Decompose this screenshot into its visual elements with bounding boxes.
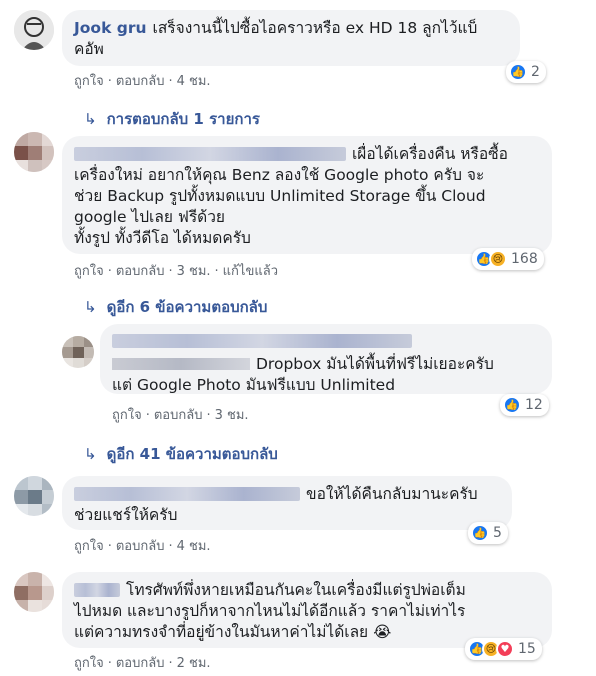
blurred-author-name[interactable] — [74, 583, 120, 597]
blurred-avatar-image — [14, 572, 54, 612]
blurred-avatar-image — [14, 132, 54, 172]
reaction-summary[interactable]: 👍 😢 ♥ 15 — [465, 638, 542, 660]
separator-dot: · — [107, 656, 112, 671]
reaction-summary[interactable]: 👍 12 — [500, 394, 549, 416]
separator-dot: · — [168, 264, 173, 279]
view-replies-link[interactable]: ↳ ดูอีก 41 ข้อความตอบกลับ — [84, 442, 278, 466]
comment-bubble: Jook gru เสร็จงานนี้ไปซื้อไอคราวหรือ ex H… — [62, 10, 520, 66]
like-reaction-icon: 👍 — [471, 524, 489, 542]
timestamp[interactable]: 3 ชม. — [215, 408, 249, 423]
blurred-author-name[interactable] — [74, 487, 300, 501]
separator-dot: · — [206, 408, 211, 423]
blurred-avatar-image — [62, 336, 94, 368]
reaction-count: 5 — [493, 525, 502, 541]
reaction-summary[interactable]: 👍 5 — [468, 522, 508, 544]
reply-link[interactable]: ตอบกลับ — [116, 539, 165, 554]
separator-dot: · — [107, 539, 112, 554]
separator-dot: · — [107, 74, 112, 89]
blurred-avatar-image — [14, 476, 54, 516]
avatar[interactable] — [14, 10, 54, 50]
blurred-author-name[interactable] — [112, 334, 412, 348]
like-reaction-icon: 👍 — [509, 63, 527, 81]
comment-actions: ถูกใจ · ตอบกลับ · 3 ชม. · แก้ไขแล้ว — [74, 260, 278, 281]
love-reaction-icon: ♥ — [496, 640, 514, 658]
reply-arrow-icon: ↳ — [84, 445, 97, 463]
separator-dot: · — [145, 408, 150, 423]
avatar-image — [14, 10, 54, 50]
reaction-count: 12 — [525, 397, 543, 413]
comment-text-line: ไปหมด และบางรูปก็หาจากไหนไม่ได้อีกแล้ว ร… — [74, 602, 466, 620]
timestamp[interactable]: 4 ชม. — [177, 539, 211, 554]
reply-link[interactable]: ตอบกลับ — [116, 264, 165, 279]
like-link[interactable]: ถูกใจ — [74, 656, 104, 671]
view-replies-label: การตอบกลับ 1 รายการ — [106, 110, 260, 128]
separator-dot: · — [107, 264, 112, 279]
comment-actions: ถูกใจ · ตอบกลับ · 4 ชม. — [74, 535, 211, 556]
reaction-summary[interactable]: 👍 2 — [506, 61, 546, 83]
comment-bubble: โทรศัพท์พึ่งหายเหมือนกันคะในเครื่องมีแต่… — [62, 572, 552, 648]
view-replies-link[interactable]: ↳ การตอบกลับ 1 รายการ — [84, 107, 260, 131]
avatar[interactable] — [14, 572, 54, 612]
separator-dot: · — [168, 74, 173, 89]
like-link[interactable]: ถูกใจ — [112, 408, 142, 423]
comment-actions: ถูกใจ · ตอบกลับ · 4 ชม. — [74, 70, 211, 91]
like-link[interactable]: ถูกใจ — [74, 264, 104, 279]
reaction-summary[interactable]: 👍 😢 168 — [472, 248, 544, 270]
reply-link[interactable]: ตอบกลับ — [116, 656, 165, 671]
avatar[interactable] — [62, 336, 94, 368]
blurred-text-prefix — [112, 358, 250, 370]
timestamp[interactable]: 3 ชม. — [177, 264, 211, 279]
comment-actions: ถูกใจ · ตอบกลับ · 3 ชม. — [112, 404, 249, 425]
reply-link[interactable]: ตอบกลับ — [154, 408, 203, 423]
avatar[interactable] — [14, 476, 54, 516]
reply-arrow-icon: ↳ — [84, 298, 97, 316]
reaction-count: 15 — [518, 641, 536, 657]
comment-text-line: เครื่องใหม่ อยากให้คุณ Benz ลองใช้ Googl… — [74, 166, 485, 184]
timestamp[interactable]: 2 ชม. — [177, 656, 211, 671]
separator-dot: · — [168, 656, 173, 671]
separator-dot: · — [168, 539, 173, 554]
blurred-author-name[interactable] — [74, 147, 346, 161]
comment-text-line: แต่ Google Photo มันฟรีแบบ Unlimited — [112, 376, 396, 394]
comment-text-line: google ไปเลย ฟรีด้วย — [74, 208, 226, 226]
reaction-count: 168 — [511, 251, 538, 267]
edited-label[interactable]: แก้ไขแล้ว — [223, 264, 278, 279]
reply-arrow-icon: ↳ — [84, 110, 97, 128]
reaction-count: 2 — [531, 64, 540, 80]
comment-bubble: Dropbox มันได้พื้นที่ฟรีไม่เยอะครับ แต่ … — [100, 324, 552, 394]
comment-text-line: ขอให้ได้คืนกลับมานะครับ — [306, 485, 478, 503]
reply-link[interactable]: ตอบกลับ — [116, 74, 165, 89]
comment-author[interactable]: Jook gru — [74, 19, 147, 37]
view-replies-label: ดูอีก 41 ข้อความตอบกลับ — [106, 445, 278, 463]
sad-reaction-icon: 😢 — [489, 250, 507, 268]
comment-text-line: ทั้งรูป ทั้งวีดีโอ ได้หมดครับ — [74, 229, 251, 247]
view-replies-link[interactable]: ↳ ดูอีก 6 ข้อความตอบกลับ — [84, 295, 267, 319]
comment-text-line: เผื่อได้เครื่องคืน หรือซื้อ — [352, 145, 508, 163]
comment-text-line: โทรศัพท์พึ่งหายเหมือนกันคะในเครื่องมีแต่… — [126, 581, 466, 599]
avatar[interactable] — [14, 132, 54, 172]
comment-text-line: ช่วย Backup รูปทั้งหมดแบบ Unlimited Stor… — [74, 187, 486, 205]
separator-dot: · — [214, 264, 219, 279]
comment-text-line: เสร็จงานนี้ไปซื้อไอคราวหรือ ex HD 18 ลูก… — [152, 19, 478, 37]
comment-text-line: คอัพ — [74, 40, 104, 58]
comment-actions: ถูกใจ · ตอบกลับ · 2 ชม. — [74, 652, 211, 673]
comment-text-line: ช่วยแชร์ให้ครับ — [74, 506, 178, 524]
like-reaction-icon: 👍 — [503, 396, 521, 414]
like-link[interactable]: ถูกใจ — [74, 539, 104, 554]
like-link[interactable]: ถูกใจ — [74, 74, 104, 89]
view-replies-label: ดูอีก 6 ข้อความตอบกลับ — [106, 298, 268, 316]
comment-text-line: แต่ความทรงจำที่อยู่ข้างในมันหาค่าไม่ได้เ… — [74, 623, 392, 641]
comment-text-line: Dropbox มันได้พื้นที่ฟรีไม่เยอะครับ — [256, 355, 494, 373]
comment-bubble: ขอให้ได้คืนกลับมานะครับ ช่วยแชร์ให้ครับ — [62, 476, 512, 530]
comment-bubble: เผื่อได้เครื่องคืน หรือซื้อ เครื่องใหม่ … — [62, 136, 552, 254]
timestamp[interactable]: 4 ชม. — [177, 74, 211, 89]
